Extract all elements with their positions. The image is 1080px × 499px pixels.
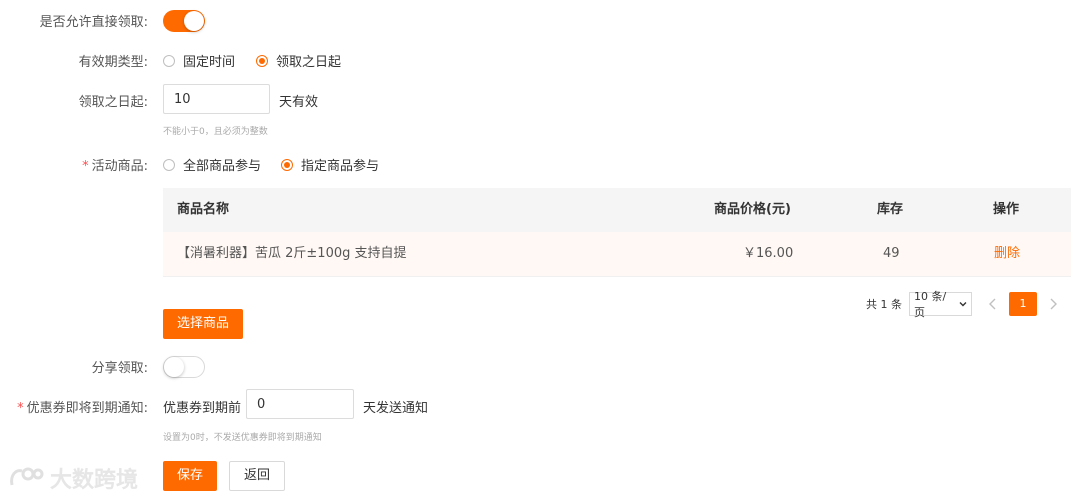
allow-direct-claim-toggle[interactable]: [163, 10, 205, 32]
page-size-value: 10 条/页: [914, 290, 947, 319]
radio-label: 全部商品参与: [183, 159, 262, 174]
product-name-cell: 【消暑利器】苦瓜 2斤±100g 支持自提: [177, 246, 407, 261]
watermark-text: 大数跨境: [50, 468, 139, 493]
radio-checked-icon: [256, 54, 268, 67]
page-size-select[interactable]: 10 条/页: [909, 290, 972, 319]
radio-unchecked-icon: [163, 54, 175, 67]
validity-type-from-claim-radio[interactable]: 领取之日起: [256, 51, 341, 70]
header-product-name: 商品名称: [177, 202, 230, 217]
expiry-notice-hint: 设置为0时，不发送优惠券即将到期通知: [163, 433, 322, 443]
product-table: 商品名称 商品价格(元) 库存 操作 【消暑利器】苦瓜 2斤±100g 支持自提…: [163, 188, 1071, 277]
header-action: 操作: [993, 202, 1020, 217]
valid-days-input[interactable]: [163, 84, 270, 114]
share-claim-toggle[interactable]: [163, 356, 205, 378]
header-stock: 库存: [877, 202, 904, 217]
chevron-right-icon[interactable]: [1048, 298, 1058, 310]
page-1-button[interactable]: 1: [1009, 292, 1037, 316]
select-products-button[interactable]: 选择商品: [163, 309, 244, 339]
validity-type-label: 有效期类型:: [78, 55, 148, 70]
watermark: 大数跨境: [8, 462, 138, 494]
radio-label: 固定时间: [183, 55, 236, 70]
chevron-left-icon[interactable]: [988, 298, 998, 310]
product-stock-cell: 49: [883, 246, 900, 261]
expiry-notice-suffix: 天发送通知: [363, 401, 429, 416]
table-row: 【消暑利器】苦瓜 2斤±100g 支持自提 ￥16.00 49 删除: [163, 232, 1071, 277]
table-header: 商品名称 商品价格(元) 库存 操作: [163, 188, 1071, 232]
pagination-total: 共 1 条: [866, 298, 902, 311]
activity-products-label-text: 活动商品:: [91, 159, 148, 174]
toggle-knob: [184, 11, 204, 31]
valid-days-suffix: 天有效: [279, 95, 319, 110]
product-price-cell: ￥16.00: [743, 246, 794, 261]
expiry-notice-prefix: 优惠券到期前: [163, 401, 242, 416]
activity-products-specified-radio[interactable]: 指定商品参与: [281, 155, 379, 174]
required-mark: *: [82, 159, 89, 174]
radio-label: 指定商品参与: [301, 159, 380, 174]
required-mark: *: [17, 401, 24, 416]
valid-days-hint: 不能小于0，且必须为整数: [163, 127, 268, 137]
back-button[interactable]: 返回: [229, 461, 286, 491]
chevron-down-icon: [959, 302, 967, 307]
from-claim-date-label: 领取之日起:: [78, 95, 148, 110]
header-product-price: 商品价格(元): [714, 202, 791, 217]
radio-unchecked-icon: [163, 158, 175, 171]
radio-checked-icon: [281, 158, 293, 171]
share-claim-label: 分享领取:: [91, 361, 148, 376]
logo-icon: [10, 467, 44, 486]
validity-type-fixed-radio[interactable]: 固定时间: [163, 51, 235, 70]
expiry-notice-label: * 优惠券即将到期通知:: [17, 397, 148, 416]
radio-label: 领取之日起: [276, 55, 342, 70]
expiry-days-input[interactable]: [246, 389, 354, 419]
delete-product-link[interactable]: 删除: [994, 232, 1020, 276]
save-button[interactable]: 保存: [163, 461, 218, 491]
expiry-notice-label-text: 优惠券即将到期通知:: [26, 401, 148, 416]
allow-direct-claim-label: 是否允许直接领取:: [39, 15, 148, 30]
activity-products-all-radio[interactable]: 全部商品参与: [163, 155, 261, 174]
toggle-knob: [164, 357, 184, 377]
activity-products-label: * 活动商品:: [82, 155, 148, 174]
